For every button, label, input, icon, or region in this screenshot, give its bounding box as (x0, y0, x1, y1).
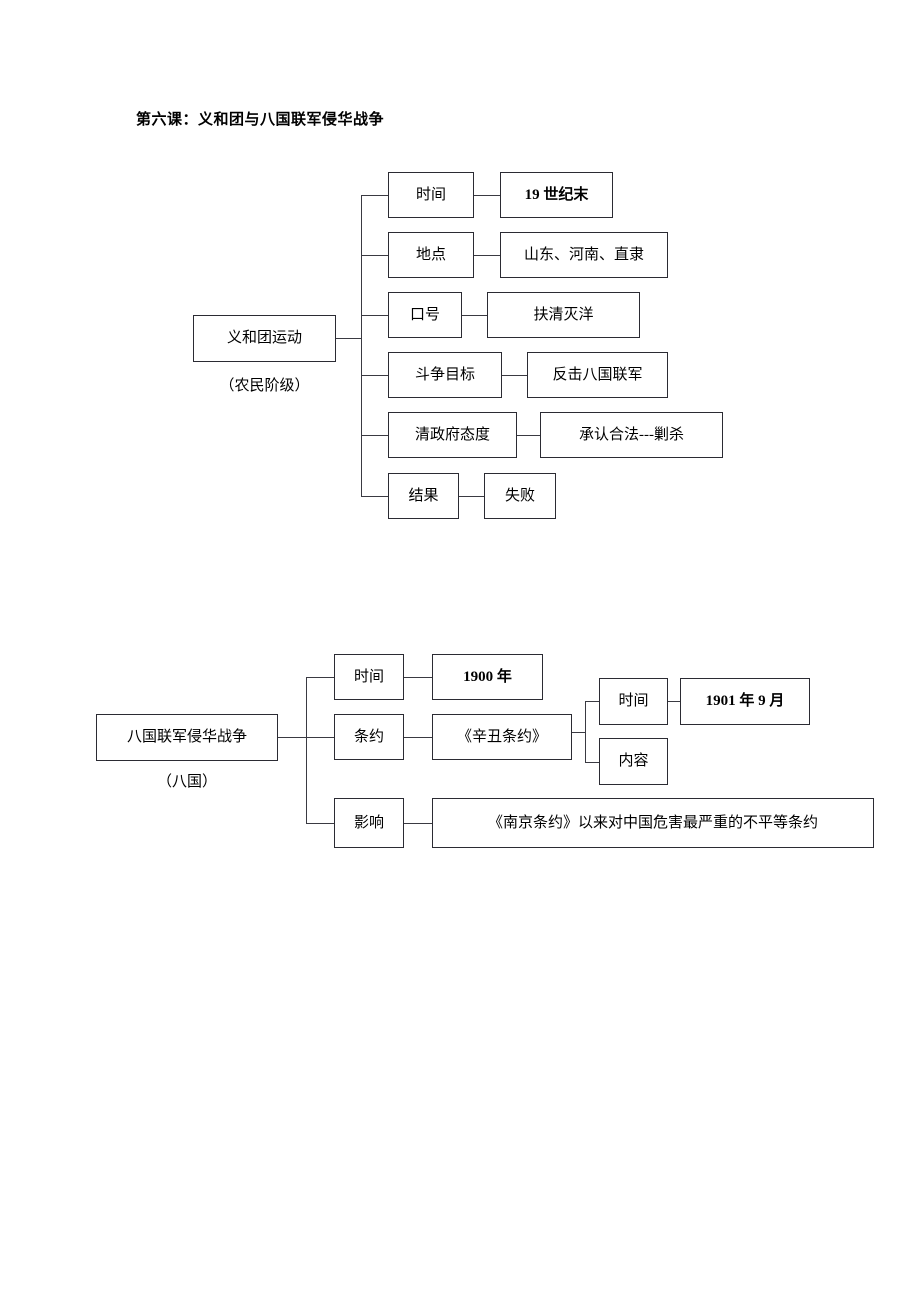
d1-key-box-2: 地点 (388, 232, 474, 278)
d1-value-box-3: 扶清灭洋 (487, 292, 640, 338)
d2-treaty-trunk (585, 701, 586, 762)
d1-link-4 (502, 375, 527, 376)
d2-treaty-connector (572, 732, 585, 733)
d2-branch-1 (306, 677, 334, 678)
d1-link-3 (462, 315, 487, 316)
d1-root-caption: （农民阶级） (219, 378, 310, 394)
d1-key-box-4: 斗争目标 (388, 352, 502, 398)
d1-key-box-3: 口号 (388, 292, 462, 338)
d2-value-box-1: 1900 年 (432, 654, 543, 700)
d1-value-box-2: 山东、河南、直隶 (500, 232, 668, 278)
d1-value-box-5: 承认合法---剿杀 (540, 412, 723, 458)
d2-treaty-value-box-1: 1901 年 9 月 (680, 678, 810, 725)
page-title: 第六课：义和团与八国联军侵华战争 (136, 112, 385, 128)
d2-root-connector (278, 737, 306, 738)
d1-branch-2 (361, 255, 388, 256)
d1-trunk (361, 195, 362, 496)
d2-treaty-branch-2 (585, 762, 599, 763)
d2-treaty-key-box-1: 时间 (599, 678, 668, 725)
d1-branch-1 (361, 195, 388, 196)
d2-treaty-link-1 (668, 701, 680, 702)
d2-root-caption: （八国） (156, 774, 217, 790)
d2-branch-2 (306, 737, 334, 738)
d1-key-box-5: 清政府态度 (388, 412, 517, 458)
d1-root-connector (336, 338, 361, 339)
d2-key-box-2: 条约 (334, 714, 404, 760)
d2-key-box-3: 影响 (334, 798, 404, 848)
d1-branch-4 (361, 375, 388, 376)
d1-key-box-1: 时间 (388, 172, 474, 218)
d1-branch-6 (361, 496, 388, 497)
d2-link-3 (404, 823, 432, 824)
d2-link-1 (404, 677, 432, 678)
d1-link-2 (474, 255, 500, 256)
d1-key-box-6: 结果 (388, 473, 459, 519)
page-canvas: 第六课：义和团与八国联军侵华战争 义和团运动 （农民阶级） 时间 19 世纪末 … (0, 0, 920, 1302)
d2-value-box-2: 《辛丑条约》 (432, 714, 572, 760)
d1-value-box-6: 失败 (484, 473, 556, 519)
d1-branch-5 (361, 435, 388, 436)
d1-value-box-1: 19 世纪末 (500, 172, 613, 218)
d2-root-box: 八国联军侵华战争 (96, 714, 278, 761)
d2-value-box-3: 《南京条约》以来对中国危害最严重的不平等条约 (432, 798, 874, 848)
d1-branch-3 (361, 315, 388, 316)
d2-trunk (306, 677, 307, 823)
d1-root-box: 义和团运动 (193, 315, 336, 362)
d2-link-2 (404, 737, 432, 738)
d1-link-6 (459, 496, 484, 497)
d2-key-box-1: 时间 (334, 654, 404, 700)
d1-link-1 (474, 195, 500, 196)
d1-link-5 (517, 435, 540, 436)
d2-branch-3 (306, 823, 334, 824)
d2-treaty-branch-1 (585, 701, 599, 702)
d1-value-box-4: 反击八国联军 (527, 352, 668, 398)
d2-treaty-key-box-2: 内容 (599, 738, 668, 785)
